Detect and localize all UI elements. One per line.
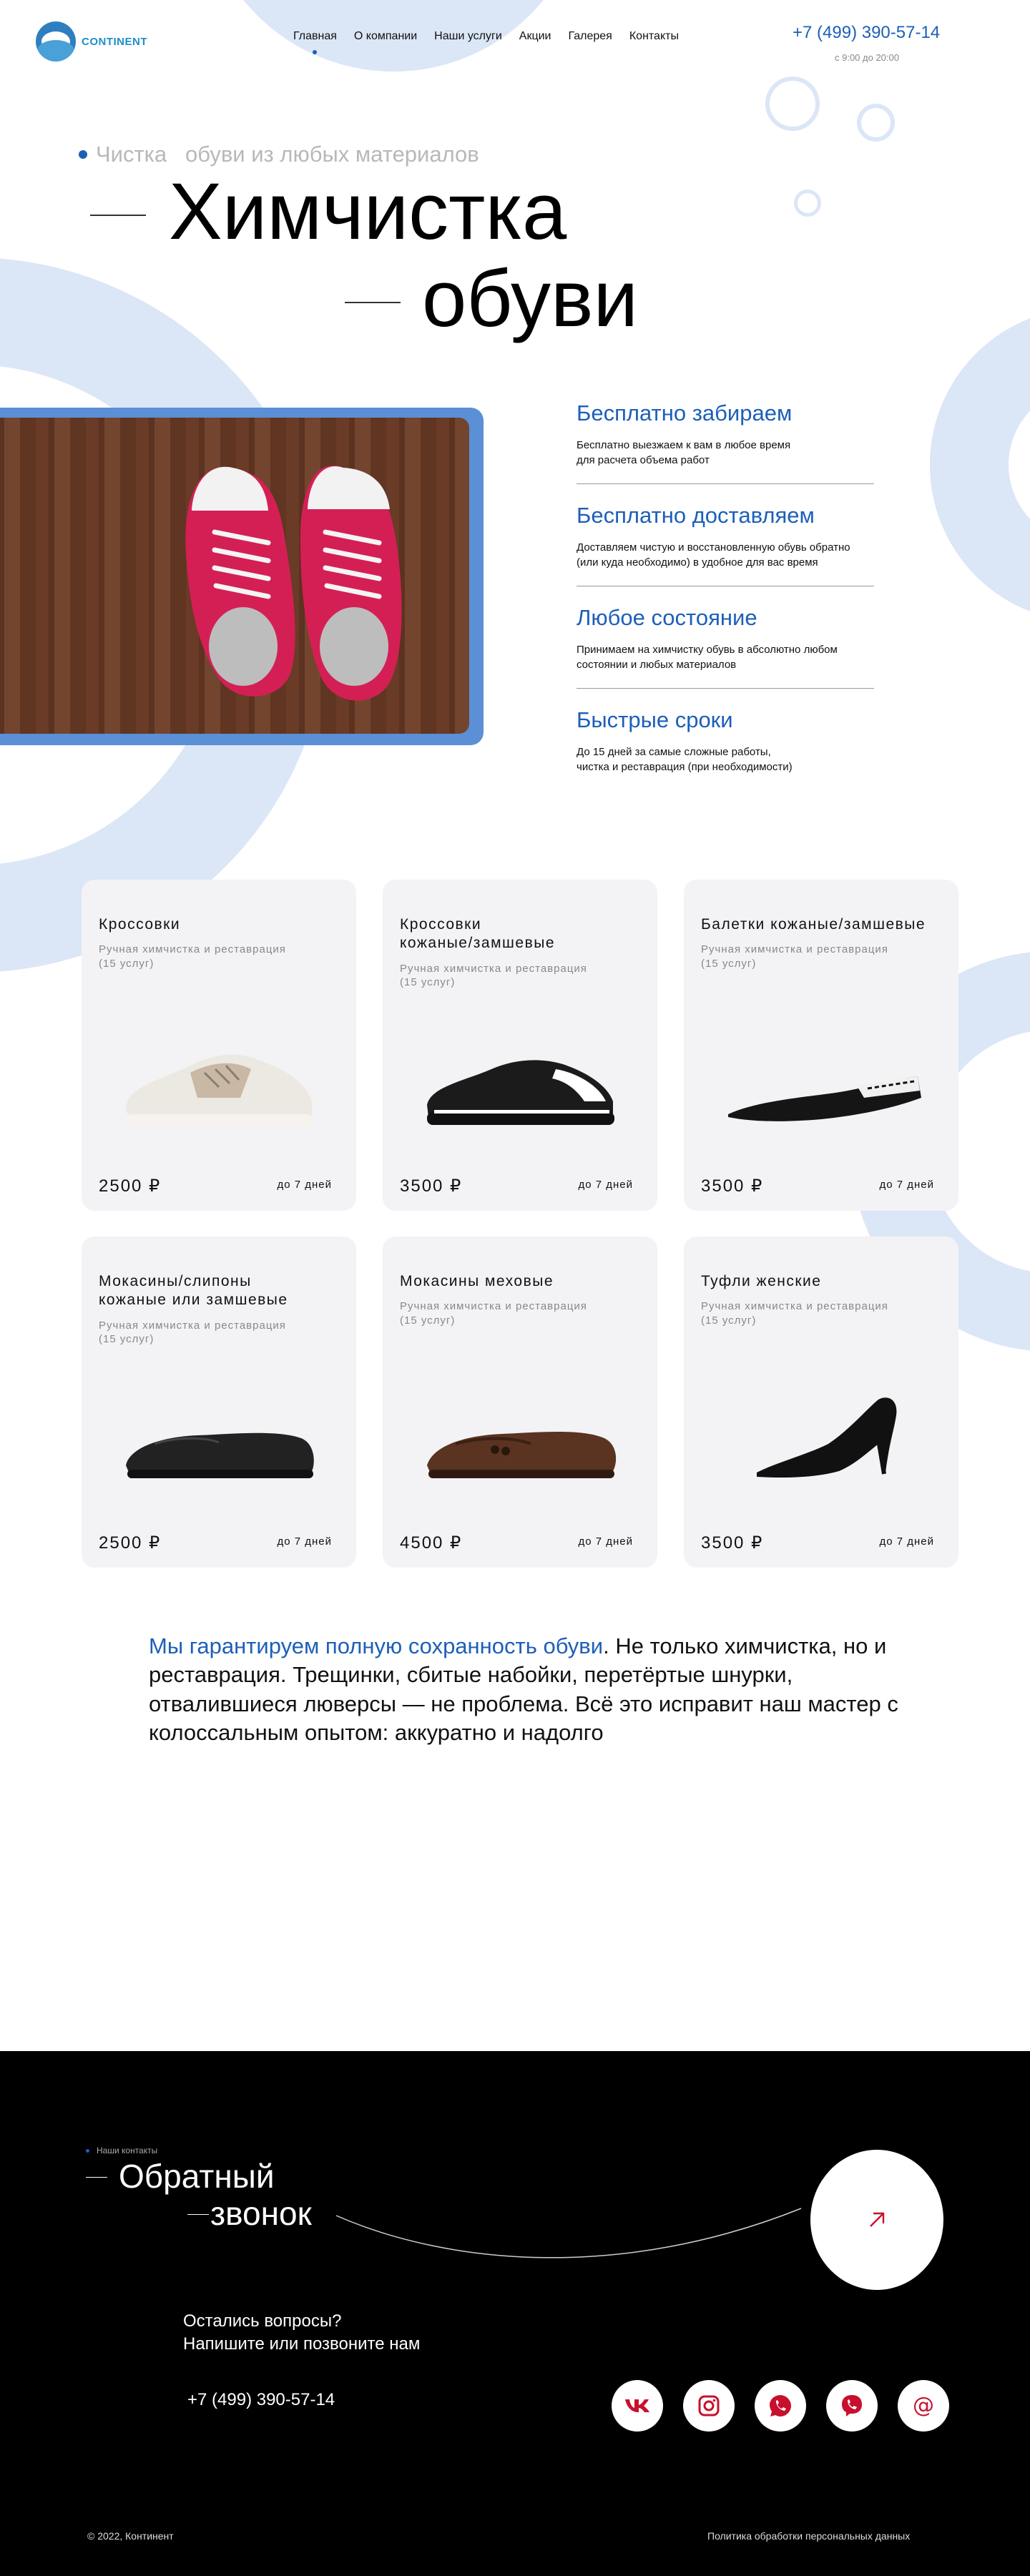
title-dash — [86, 2177, 107, 2178]
footer: Наши контакты Обратный звонок Остались в… — [0, 2051, 1030, 2576]
product-grid: Кроссовки Ручная химчистка и реставрация… — [82, 880, 958, 1568]
product-name: Туфли женские — [701, 1273, 822, 1289]
product-name: Мокасины/слипоны кожаные или замшевые — [99, 1273, 288, 1309]
footer-eyebrow-text: Наши контакты — [97, 2145, 158, 2155]
guarantee-paragraph: Мы гарантируем полную сохранность обуви.… — [149, 1632, 900, 1747]
nav-item-home[interactable]: Главная — [293, 30, 337, 54]
sneaker-black-icon — [411, 1030, 629, 1137]
hero-eyebrow: Чистка обуви из любых материалов — [79, 142, 479, 167]
moccasin-black-icon — [110, 1387, 328, 1494]
callback-button[interactable] — [810, 2150, 943, 2290]
privacy-policy-link[interactable]: Политика обработки персональных данных — [707, 2530, 910, 2542]
product-name: Мокасины меховые — [400, 1273, 554, 1289]
nav-item-about[interactable]: О компании — [354, 30, 417, 43]
arrow-up-right-icon — [870, 2212, 885, 2227]
product-term: до 7 дней — [879, 1179, 934, 1191]
feature-item: Бесплатно забираем Бесплатно выезжаем к … — [577, 400, 874, 484]
viber-icon[interactable] — [826, 2380, 878, 2432]
email-icon[interactable]: @ — [898, 2380, 949, 2432]
guarantee-highlight: Мы гарантируем полную сохранность обуви — [149, 1633, 604, 1658]
logo-text: CONTINENT — [82, 35, 147, 48]
feature-item: Бесплатно доставляем Доставляем чистую и… — [577, 503, 874, 586]
decor-ring — [857, 104, 895, 142]
decor-ring — [794, 190, 821, 217]
whatsapp-icon[interactable] — [755, 2380, 806, 2432]
product-card[interactable]: Балетки кожаные/замшевые Ручная химчистк… — [684, 880, 958, 1211]
title-dash — [187, 2214, 209, 2215]
callback-title-line2: звонок — [210, 2195, 312, 2232]
product-price: 3500 ₽ — [701, 1176, 764, 1196]
logo[interactable]: CONTINENT — [36, 21, 147, 62]
product-term: до 7 дней — [578, 1179, 633, 1191]
product-subtitle: Ручная химчистка и реставрация (15 услуг… — [400, 1300, 587, 1327]
footer-question: Остались вопросы? Напишите или позвоните… — [183, 2311, 421, 2354]
feature-title: Любое состояние — [577, 605, 757, 630]
product-subtitle: Ручная химчистка и реставрация (15 услуг… — [99, 1319, 286, 1346]
hero-title-line1: Химчистка — [169, 167, 567, 256]
decor-ring — [765, 77, 820, 131]
nav-item-gallery[interactable]: Галерея — [568, 30, 612, 43]
product-price: 2500 ₽ — [99, 1176, 162, 1196]
heel-pump-icon — [712, 1387, 930, 1494]
main-nav: Главная О компании Наши услуги Акции Гал… — [293, 30, 679, 54]
product-price: 3500 ₽ — [400, 1176, 463, 1196]
feature-item: Быстрые сроки До 15 дней за самые сложны… — [577, 707, 874, 790]
product-subtitle: Ручная химчистка и реставрация (15 услуг… — [400, 962, 587, 989]
product-price: 3500 ₽ — [701, 1533, 764, 1553]
product-name: Кроссовки — [99, 916, 181, 933]
product-term: до 7 дней — [578, 1535, 633, 1548]
bullet-dot-icon — [86, 2148, 89, 2153]
product-term: до 7 дней — [277, 1535, 332, 1548]
title-dash — [345, 302, 401, 303]
product-card[interactable]: Туфли женские Ручная химчистка и реставр… — [684, 1237, 958, 1568]
product-subtitle: Ручная химчистка и реставрация (15 услуг… — [701, 943, 888, 970]
product-name: Балетки кожаные/замшевые — [701, 916, 926, 933]
feature-text: Бесплатно выезжаем к вам в любое время д… — [577, 439, 791, 466]
decor-arc — [335, 2208, 802, 2258]
feature-text: Принимаем на химчистку обувь в абсолютно… — [577, 644, 838, 671]
title-dash — [90, 215, 146, 216]
social-links: @ — [612, 2380, 949, 2432]
sneaker-white-icon — [110, 1030, 328, 1137]
product-card[interactable]: Кроссовки кожаные/замшевые Ручная химчис… — [383, 880, 657, 1211]
ballet-flat-icon — [712, 1030, 930, 1137]
copyright: © 2022, Континент — [87, 2530, 174, 2542]
decor-circle — [930, 308, 1030, 622]
header-phone-link[interactable]: +7 (499) 390-57-14 — [793, 23, 940, 43]
bullet-dot-icon — [79, 150, 87, 159]
hero-eyebrow-text: Чистка обуви из любых материалов — [96, 142, 479, 167]
footer-phone-link[interactable]: +7 (499) 390-57-14 — [187, 2390, 335, 2410]
moccasin-brown-icon — [411, 1387, 629, 1494]
feature-text: Доставляем чистую и восстановленную обув… — [577, 541, 850, 569]
hero-photo-red-sneakers — [0, 418, 469, 734]
product-subtitle: Ручная химчистка и реставрация (15 услуг… — [701, 1300, 888, 1327]
footer-eyebrow: Наши контакты — [86, 2145, 157, 2155]
logo-mark-icon — [36, 21, 76, 62]
working-hours: с 9:00 до 20:00 — [835, 52, 899, 63]
red-sneakers-icon — [185, 466, 402, 701]
feature-title: Бесплатно забираем — [577, 400, 793, 426]
instagram-icon[interactable] — [683, 2380, 735, 2432]
feature-title: Быстрые сроки — [577, 707, 733, 732]
callback-title-line1: Обратный — [119, 2158, 275, 2195]
product-card[interactable]: Мокасины/слипоны кожаные или замшевые Ру… — [82, 1237, 356, 1568]
product-card[interactable]: Кроссовки Ручная химчистка и реставрация… — [82, 880, 356, 1211]
nav-item-services[interactable]: Наши услуги — [434, 30, 502, 43]
product-price: 2500 ₽ — [99, 1533, 162, 1553]
product-term: до 7 дней — [879, 1535, 934, 1548]
page: CONTINENT Главная О компании Наши услуги… — [0, 0, 1030, 2576]
product-name: Кроссовки кожаные/замшевые — [400, 916, 555, 952]
product-subtitle: Ручная химчистка и реставрация (15 услуг… — [99, 943, 286, 970]
feature-item: Любое состояние Принимаем на химчистку о… — [577, 605, 874, 689]
product-term: до 7 дней — [277, 1179, 332, 1191]
vk-icon[interactable] — [612, 2380, 663, 2432]
feature-title: Бесплатно доставляем — [577, 503, 815, 528]
nav-item-promotions[interactable]: Акции — [519, 30, 551, 43]
product-price: 4500 ₽ — [400, 1533, 463, 1553]
features-list: Бесплатно забираем Бесплатно выезжаем к … — [577, 400, 874, 809]
hero-title-line2: обуви — [422, 254, 639, 343]
nav-item-contacts[interactable]: Контакты — [629, 30, 679, 43]
feature-text: До 15 дней за самые сложные работы, чист… — [577, 746, 793, 773]
product-card[interactable]: Мокасины меховые Ручная химчистка и рест… — [383, 1237, 657, 1568]
